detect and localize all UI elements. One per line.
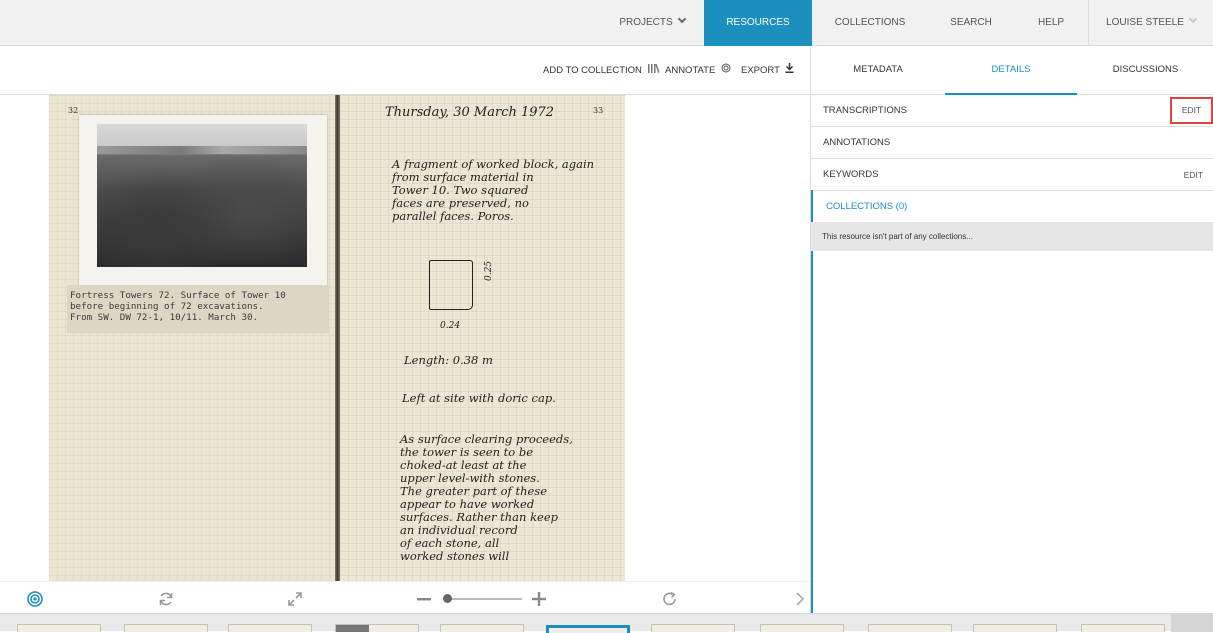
nav-search-label: SEARCH	[950, 17, 992, 28]
nav-user-menu[interactable]: LOUISE STEELE	[1089, 0, 1213, 46]
right-page-number: 33	[593, 106, 604, 115]
left-page-number: 32	[68, 106, 79, 115]
add-to-collection-button[interactable]: ADD TO COLLECTION	[543, 47, 660, 95]
notebook-scan: 32 Fortress Towers 72. Surface of Tower …	[49, 95, 625, 581]
rotate-icon[interactable]	[659, 582, 681, 614]
nav-collections[interactable]: COLLECTIONS	[812, 0, 928, 46]
target-icon[interactable]	[24, 582, 46, 614]
keywords-label: KEYWORDS	[823, 169, 879, 180]
library-icon	[647, 47, 660, 95]
collections-row[interactable]: COLLECTIONS (0)	[811, 191, 1213, 223]
details-panel: METADATA DETAILS DISCUSSIONS TRANSCRIPTI…	[810, 47, 1213, 613]
collections-label: COLLECTIONS (0)	[826, 201, 908, 212]
top-navigation: PROJECTS RESOURCES COLLECTIONS SEARCH HE…	[0, 0, 1213, 46]
landscape-photo-image	[97, 124, 307, 267]
annotations-label: ANNOTATIONS	[823, 137, 891, 148]
image-viewer[interactable]: 32 Fortress Towers 72. Surface of Tower …	[0, 95, 810, 581]
transcriptions-row[interactable]: TRANSCRIPTIONS EDIT	[811, 95, 1213, 127]
date-heading: Thursday, 30 March 1972	[385, 105, 555, 120]
chevron-down-icon	[677, 14, 686, 24]
annotations-row[interactable]: ANNOTATIONS	[811, 127, 1213, 159]
note-paragraph-1: A fragment of worked block, again from s…	[392, 157, 595, 223]
nav-user-label: LOUISE STEELE	[1106, 17, 1184, 28]
target-icon	[721, 47, 731, 95]
zoom-slider-handle[interactable]	[443, 594, 452, 603]
pasted-photograph	[79, 115, 327, 285]
tab-discussions-label: DISCUSSIONS	[1112, 64, 1179, 75]
transcriptions-label: TRANSCRIPTIONS	[823, 105, 907, 116]
export-button[interactable]: EXPORT	[741, 47, 794, 95]
nav-search[interactable]: SEARCH	[928, 0, 1014, 46]
sketch-height-label: 0.25	[484, 260, 494, 281]
zoom-out-icon[interactable]	[414, 582, 434, 614]
nav-resources-label: RESOURCES	[726, 17, 790, 28]
chevron-down-icon	[1188, 14, 1198, 24]
expand-icon[interactable]	[284, 582, 306, 614]
page-thumbnail-selected[interactable]	[546, 625, 630, 633]
collections-empty-message: This resource isn't part of any collecti…	[811, 222, 1213, 251]
chevron-right-icon[interactable]	[790, 582, 810, 614]
annotate-button[interactable]: ANNOTATE	[665, 47, 731, 95]
nav-collections-label: COLLECTIONS	[834, 17, 906, 28]
tab-details[interactable]: DETAILS	[945, 47, 1077, 95]
keywords-edit-button[interactable]: EDIT	[1184, 159, 1203, 191]
zoom-slider-track[interactable]	[450, 598, 522, 600]
tab-details-label: DETAILS	[991, 64, 1031, 75]
nav-resources[interactable]: RESOURCES	[704, 0, 812, 46]
nav-projects[interactable]: PROJECTS	[600, 0, 704, 46]
transcriptions-edit-label: EDIT	[1181, 105, 1202, 115]
export-label: EXPORT	[741, 65, 780, 76]
tab-metadata-label: METADATA	[853, 64, 903, 75]
filmstrip-scrollbar[interactable]	[1171, 614, 1213, 632]
thumbnail-filmstrip	[0, 613, 1213, 633]
notebook-right-page: 33 Thursday, 30 March 1972 A fragment of…	[340, 95, 625, 581]
keywords-row[interactable]: KEYWORDS EDIT	[811, 159, 1213, 191]
nav-projects-label: PROJECTS	[619, 17, 673, 28]
zoom-in-icon[interactable]	[528, 582, 550, 614]
tab-metadata[interactable]: METADATA	[811, 47, 945, 95]
left-at-site-note: Left at site with doric cap.	[402, 391, 556, 405]
block-sketch	[429, 260, 473, 310]
sketch-width-label: 0.24	[440, 321, 461, 331]
nav-help-label: HELP	[1037, 17, 1065, 28]
panel-tabs: METADATA DETAILS DISCUSSIONS	[811, 47, 1213, 95]
viewer-toolbar: ADD TO COLLECTION ANNOTATE EXPORT	[0, 47, 810, 95]
photo-caption: Fortress Towers 72. Surface of Tower 10 …	[70, 290, 286, 323]
note-paragraph-2: As surface clearing proceeds, the tower …	[400, 432, 573, 563]
viewer-controls	[0, 581, 810, 613]
tab-discussions[interactable]: DISCUSSIONS	[1077, 47, 1213, 95]
length-note: Length: 0.38 m	[404, 353, 493, 367]
notebook-left-page: 32 Fortress Towers 72. Surface of Tower …	[49, 95, 335, 581]
nav-help[interactable]: HELP	[1014, 0, 1088, 46]
transcriptions-edit-button[interactable]: EDIT	[1170, 97, 1213, 124]
download-icon	[785, 47, 794, 95]
sync-icon[interactable]	[155, 582, 177, 614]
collections-indicator-line	[811, 190, 813, 613]
annotate-label: ANNOTATE	[665, 65, 716, 76]
add-to-collection-label: ADD TO COLLECTION	[543, 65, 642, 76]
